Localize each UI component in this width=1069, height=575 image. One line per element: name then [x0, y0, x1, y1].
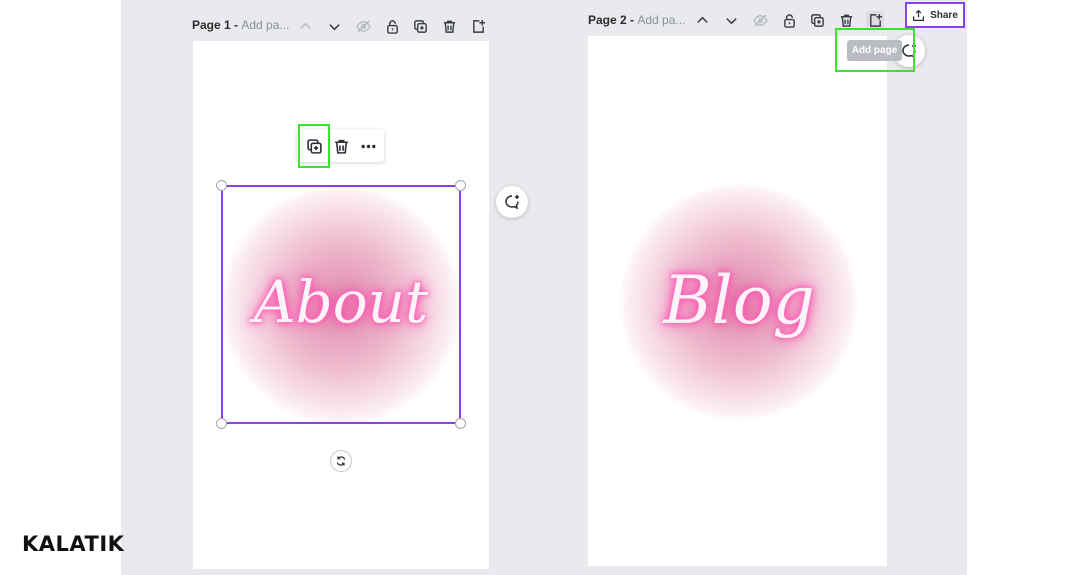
lock-icon[interactable]: [383, 17, 401, 35]
trash-icon[interactable]: [837, 11, 855, 29]
share-icon: [912, 9, 925, 22]
rotate-handle[interactable]: [330, 450, 352, 472]
selection-frame[interactable]: [221, 185, 461, 424]
page-2-title-wrap[interactable]: Page 2 - Add pa...: [588, 13, 685, 27]
kalatik-logo: KALATIK: [22, 532, 125, 556]
page-2-title-separator: -: [626, 13, 638, 27]
chevron-down-icon[interactable]: [722, 11, 740, 29]
page-1-title-wrap[interactable]: Page 1 - Add pa...: [192, 18, 289, 32]
add-page-icon[interactable]: [866, 11, 884, 29]
highlight-duplicate-button: [298, 124, 330, 168]
page-2-neon-text[interactable]: Blog: [620, 262, 858, 339]
add-page-icon[interactable]: [469, 17, 487, 35]
eye-hide-icon[interactable]: [354, 17, 372, 35]
trash-icon[interactable]: [331, 136, 351, 156]
duplicate-icon[interactable]: [808, 11, 826, 29]
resize-handle-top-left[interactable]: [216, 180, 227, 191]
share-button[interactable]: Share: [905, 2, 965, 28]
page-1-title-separator: -: [230, 18, 242, 32]
resize-handle-bottom-right[interactable]: [455, 418, 466, 429]
eye-hide-icon[interactable]: [751, 11, 769, 29]
share-label: Share: [930, 9, 958, 21]
chevron-up-icon[interactable]: [693, 11, 711, 29]
page-2-subtitle-input[interactable]: Add pa...: [637, 13, 685, 27]
lock-icon[interactable]: [780, 11, 798, 29]
duplicate-icon[interactable]: [411, 17, 429, 35]
chevron-down-icon[interactable]: [325, 17, 343, 35]
chevron-up-icon[interactable]: [296, 17, 314, 35]
resize-handle-bottom-left[interactable]: [216, 418, 227, 429]
add-comment-button[interactable]: [496, 186, 528, 218]
more-options-icon[interactable]: [358, 136, 378, 156]
page-2-title: Page 2: [588, 13, 627, 27]
page-1-header: Page 1 - Add pa...: [192, 13, 289, 37]
resize-handle-top-right[interactable]: [455, 180, 466, 191]
page-2-header: Page 2 - Add pa...: [588, 8, 685, 32]
page-1-subtitle-input[interactable]: Add pa...: [241, 18, 289, 32]
trash-icon[interactable]: [440, 17, 458, 35]
highlight-add-page: [835, 28, 915, 72]
page-1-title: Page 1: [192, 18, 231, 32]
